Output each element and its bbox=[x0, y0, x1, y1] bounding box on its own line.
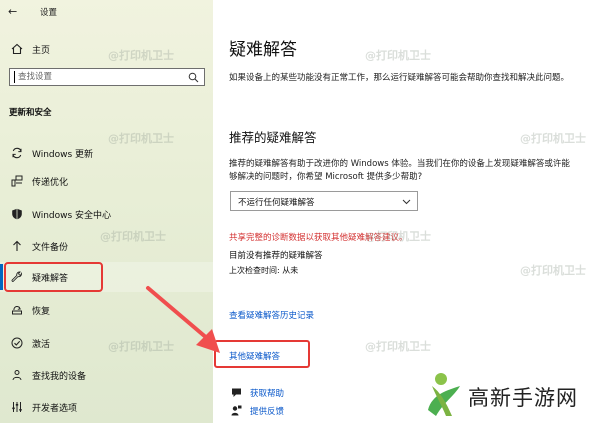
page-title: 疑难解答 bbox=[229, 40, 297, 60]
highlight-box-troubleshoot bbox=[4, 262, 103, 292]
sidebar-item-home[interactable]: 主页 bbox=[0, 36, 213, 62]
sidebar-item-label: 开发者选项 bbox=[32, 404, 78, 414]
backup-arrow-icon bbox=[13, 240, 21, 251]
search-icon[interactable] bbox=[188, 72, 199, 83]
sidebar-item-windows-security[interactable]: Windows 安全中心 bbox=[0, 201, 213, 227]
sidebar-item-label: 传递优化 bbox=[32, 178, 69, 188]
page-description: 如果设备上的某些功能没有正常工作，那么运行疑难解答可能会帮助你查找和解决此问题。 bbox=[229, 73, 570, 83]
home-icon bbox=[11, 43, 23, 55]
recommended-troubleshoot-dropdown[interactable]: 不运行任何疑难解答 bbox=[230, 191, 418, 211]
watermark: @打印机卫士 bbox=[520, 264, 586, 277]
watermark: @打印机卫士 bbox=[365, 230, 431, 243]
delivery-optimization-icon bbox=[11, 175, 23, 187]
sidebar-item-label: Windows 更新 bbox=[32, 150, 94, 160]
check-circle-icon bbox=[11, 337, 23, 349]
last-check-text: 上次检查时间: 从未 bbox=[229, 266, 299, 275]
sidebar-item-label: 文件备份 bbox=[32, 243, 69, 253]
logo-mark-icon bbox=[428, 373, 460, 416]
search-box[interactable] bbox=[9, 68, 205, 86]
sidebar-item-developer-options[interactable]: 开发者选项 bbox=[0, 394, 213, 420]
sidebar: ← 设置 主页 更新和安全 Windows 更新 传递优化 bbox=[0, 0, 213, 423]
recovery-icon bbox=[12, 305, 22, 315]
watermark: @打印机卫士 bbox=[365, 49, 431, 62]
site-logo: 高新手游网 bbox=[418, 368, 600, 423]
sidebar-item-find-my-device[interactable]: 查找我的设备 bbox=[0, 362, 213, 388]
history-link[interactable]: 查看疑难解答历史记录 bbox=[229, 309, 314, 321]
sidebar-item-label: 主页 bbox=[32, 46, 51, 56]
sidebar-item-windows-update[interactable]: Windows 更新 bbox=[0, 140, 213, 166]
no-recommended-text: 目前没有推荐的疑难解答 bbox=[229, 251, 323, 261]
text-cursor bbox=[14, 71, 15, 83]
person-pin-icon bbox=[12, 370, 22, 381]
get-help-label: 获取帮助 bbox=[250, 389, 285, 399]
chevron-down-icon bbox=[402, 199, 411, 205]
sidebar-item-label: Windows 安全中心 bbox=[32, 211, 112, 221]
developer-sliders-icon bbox=[12, 402, 22, 412]
watermark: @打印机卫士 bbox=[365, 340, 431, 353]
back-arrow-icon[interactable]: ← bbox=[8, 5, 17, 18]
sidebar-item-label: 恢复 bbox=[32, 307, 51, 317]
chat-help-icon bbox=[232, 388, 241, 397]
sidebar-header: ← 设置 bbox=[0, 0, 213, 24]
sidebar-item-label: 激活 bbox=[32, 340, 51, 350]
sidebar-item-delivery-optimization[interactable]: 传递优化 bbox=[0, 168, 213, 194]
sidebar-item-label: 查找我的设备 bbox=[32, 372, 87, 382]
app-title: 设置 bbox=[40, 8, 58, 18]
recommended-section-title: 推荐的疑难解答 bbox=[229, 130, 317, 145]
watermark: @打印机卫士 bbox=[108, 132, 174, 145]
shield-icon bbox=[12, 208, 22, 220]
feedback-label: 提供反馈 bbox=[250, 407, 285, 417]
feedback-person-icon bbox=[231, 405, 242, 416]
watermark: @打印机卫士 bbox=[108, 49, 174, 62]
dropdown-value: 不运行任何疑难解答 bbox=[238, 198, 315, 208]
main-panel: 疑难解答 如果设备上的某些功能没有正常工作，那么运行疑难解答可能会帮助你查找和解… bbox=[213, 0, 600, 423]
section-heading: 更新和安全 bbox=[9, 108, 52, 118]
recommended-section-description: 推荐的疑难解答有助于改进你的 Windows 体验。当我们在你的设备上发现疑难解… bbox=[229, 159, 570, 182]
sync-icon bbox=[12, 147, 22, 159]
search-input[interactable] bbox=[18, 70, 178, 84]
watermark: @打印机卫士 bbox=[520, 132, 586, 145]
watermark: @打印机卫士 bbox=[100, 230, 166, 243]
logo-text: 高新手游网 bbox=[468, 386, 578, 410]
annotation-arrow-icon bbox=[146, 286, 220, 353]
